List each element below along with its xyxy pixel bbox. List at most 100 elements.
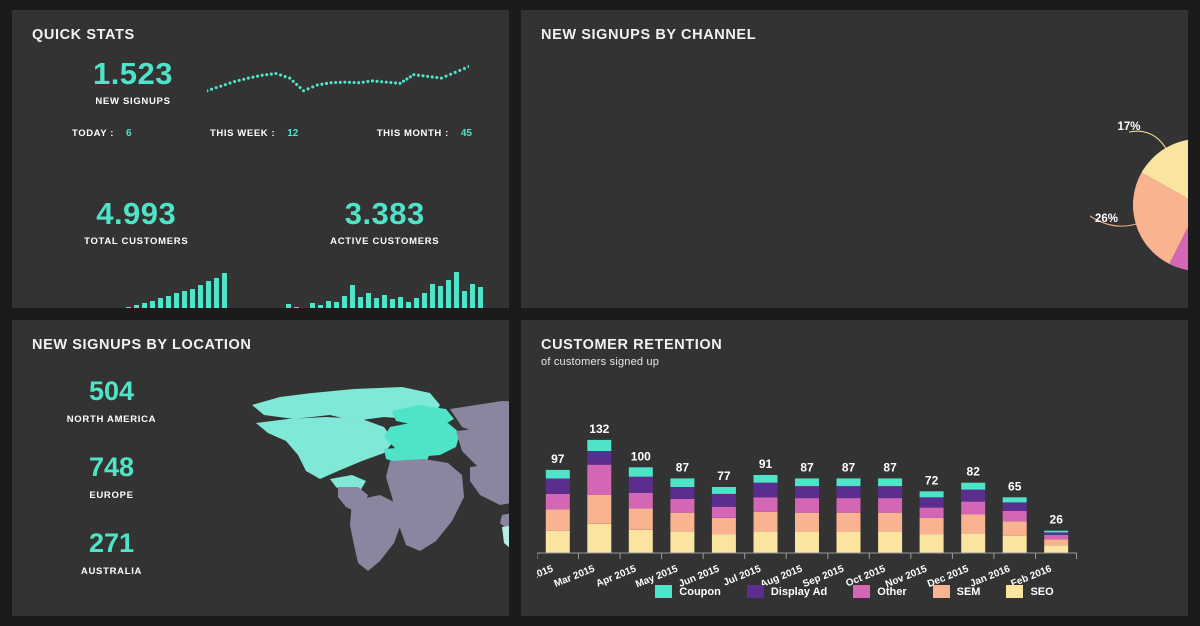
- retention-bar-segment: [1044, 539, 1068, 545]
- location-stat-australia: 271 AUSTRALIA: [34, 530, 189, 577]
- legend-label: Display Ad: [771, 586, 827, 598]
- retention-bar-segment: [795, 532, 819, 553]
- customer-stats-row: 4.993 TOTAL CUSTOMERS 3.383 ACTIVE CUSTO…: [12, 198, 509, 308]
- active-customers-value: 3.383: [261, 198, 510, 229]
- retention-bar-segment: [920, 497, 944, 507]
- retention-bar-segment: [712, 534, 736, 553]
- retention-bar-segment: [629, 477, 653, 493]
- world-map[interactable]: [234, 375, 509, 575]
- sparkline-bar: [414, 298, 419, 308]
- retention-bar-segment: [712, 507, 736, 518]
- sparkline-bar: [126, 307, 131, 308]
- sparkline-bar: [398, 297, 403, 308]
- retention-bar-segment: [920, 491, 944, 497]
- retention-bar-total-label: 100: [631, 449, 651, 463]
- sparkline-bar: [342, 296, 347, 308]
- period-value: 6: [126, 128, 132, 139]
- signups-by-channel-panel: NEW SIGNUPS BY CHANNEL 25%17%16%26%17% C…: [521, 10, 1188, 308]
- map-region-india-china: [470, 463, 509, 505]
- period-stats-row: TODAY : 6 THIS WEEK : 12 THIS MONTH : 45: [72, 128, 472, 139]
- retention-bar-segment: [1044, 545, 1068, 553]
- retention-bar-segment: [961, 502, 985, 515]
- retention-bar-segment: [587, 440, 611, 451]
- location-value: 271: [34, 530, 189, 557]
- retention-bar-chart: 97Feb 2015132Mar 2015100Apr 201587May 20…: [537, 405, 1077, 595]
- retention-bar-segment: [754, 475, 778, 483]
- location-label: AUSTRALIA: [34, 566, 189, 577]
- retention-bar-segment: [1003, 536, 1027, 553]
- retention-bar-segment: [878, 478, 902, 486]
- retention-bar-segment: [629, 493, 653, 508]
- panel-title-location: NEW SIGNUPS BY LOCATION: [32, 337, 252, 353]
- sparkline-bar: [142, 303, 147, 308]
- retention-bar-segment: [920, 508, 944, 518]
- retention-bar-segment: [629, 508, 653, 529]
- retention-bar-segment: [878, 513, 902, 532]
- signups-by-location-panel: NEW SIGNUPS BY LOCATION 504 NORTH AMERIC…: [12, 320, 509, 616]
- retention-bar-total-label: 87: [842, 460, 856, 474]
- active-customers-stat: 3.383 ACTIVE CUSTOMERS: [261, 198, 510, 308]
- retention-bar-segment: [546, 509, 570, 530]
- dashboard: QUICK STATS 1.523 NEW SIGNUPS TODAY : 6 …: [0, 0, 1200, 626]
- sparkline-bar: [334, 302, 339, 308]
- panel-subtitle-retention: of customers signed up: [541, 356, 659, 368]
- retention-bar-total-label: 97: [551, 452, 565, 466]
- pie-slice-percent-label: 26%: [1095, 213, 1118, 225]
- sparkline-bar: [190, 289, 195, 308]
- sparkline-bar: [430, 284, 435, 308]
- retention-bar-segment: [795, 486, 819, 498]
- sparkline-bar: [310, 303, 315, 308]
- sparkline-bar: [326, 301, 331, 308]
- retention-bar-segment: [920, 518, 944, 534]
- retention-bar-segment: [712, 487, 736, 494]
- total-customers-value: 4.993: [12, 198, 261, 229]
- new-signups-label: NEW SIGNUPS: [64, 96, 202, 107]
- pie-slice-percent-label: 17%: [1117, 121, 1140, 133]
- retention-bar-segment: [754, 483, 778, 498]
- retention-bar-segment: [754, 532, 778, 553]
- sparkline-bar: [214, 278, 219, 308]
- retention-bar-segment: [795, 513, 819, 532]
- retention-bar-segment: [670, 478, 694, 487]
- retention-bar-segment: [961, 514, 985, 533]
- retention-legend-item[interactable]: Display Ad: [747, 585, 827, 598]
- sparkline-bar: [206, 281, 211, 308]
- retention-bar-segment: [1044, 535, 1068, 539]
- location-label: NORTH AMERICA: [34, 414, 189, 425]
- map-region-north-america: [256, 417, 394, 479]
- retention-bar-segment: [587, 495, 611, 524]
- location-stat-europe: 748 EUROPE: [34, 454, 189, 501]
- retention-legend-item[interactable]: SEM: [933, 585, 981, 598]
- active-customers-label: ACTIVE CUSTOMERS: [261, 236, 510, 247]
- sparkline-bar: [454, 272, 459, 308]
- retention-bar-segment: [629, 530, 653, 553]
- sparkline-bar: [462, 291, 467, 308]
- period-value: 45: [461, 128, 472, 139]
- legend-color-swatch: [655, 585, 672, 598]
- retention-bar-segment: [837, 532, 861, 553]
- retention-bar-segment: [712, 518, 736, 534]
- retention-bar-segment: [837, 478, 861, 486]
- period-label: TODAY :: [72, 128, 114, 139]
- retention-legend-item[interactable]: SEO: [1006, 585, 1053, 598]
- panel-title-retention: CUSTOMER RETENTION: [541, 337, 722, 353]
- legend-color-swatch: [933, 585, 950, 598]
- retention-bar-total-label: 91: [759, 457, 773, 471]
- sparkline-bar: [174, 293, 179, 308]
- retention-legend-item[interactable]: Other: [853, 585, 906, 598]
- retention-bar-total-label: 87: [883, 460, 897, 474]
- sparkline-bar: [422, 293, 427, 308]
- retention-bar-segment: [1003, 502, 1027, 511]
- retention-bar-total-label: 132: [589, 422, 609, 436]
- retention-bar-total-label: 87: [676, 460, 690, 474]
- retention-legend-item[interactable]: Coupon: [655, 585, 721, 598]
- legend-label: Coupon: [679, 586, 721, 598]
- retention-bar-segment: [670, 499, 694, 513]
- period-stat-today: TODAY : 6: [72, 128, 132, 139]
- channel-pie-chart: 25%17%16%26%17%: [1081, 105, 1188, 295]
- legend-label: SEM: [957, 586, 981, 598]
- sparkline-bar: [166, 296, 171, 308]
- panel-title-quick-stats: QUICK STATS: [32, 27, 135, 43]
- period-value: 12: [287, 128, 298, 139]
- sparkline-bar: [438, 286, 443, 308]
